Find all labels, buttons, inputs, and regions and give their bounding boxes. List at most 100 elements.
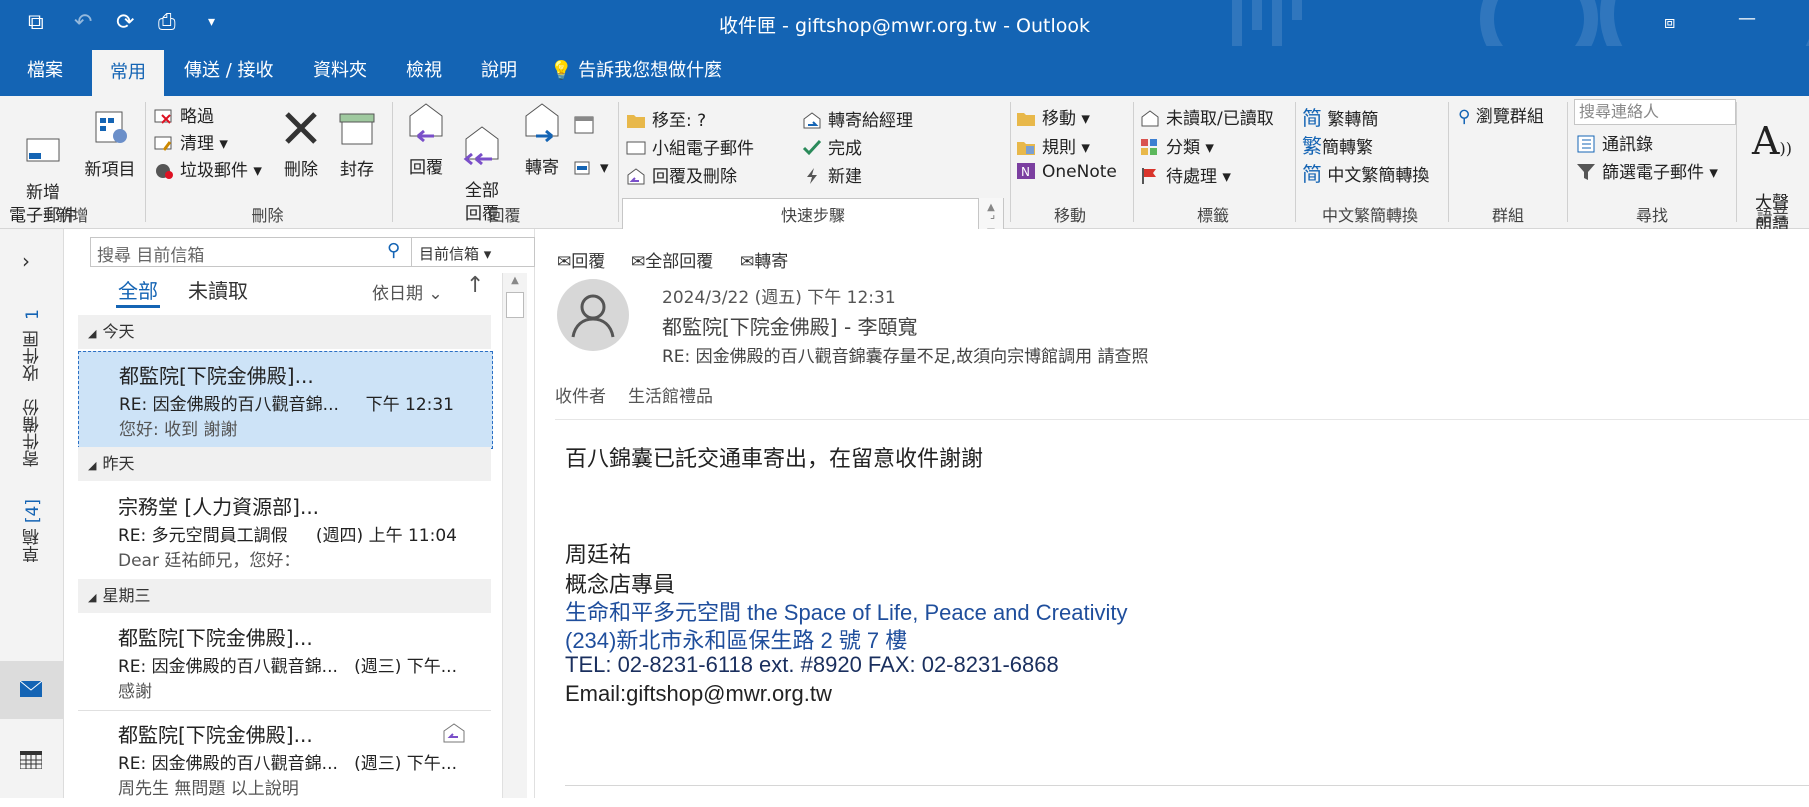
ignore-button[interactable]: 略過	[154, 102, 214, 127]
forward-button[interactable]: 轉寄	[514, 96, 570, 180]
quickstep-team-email[interactable]: 小組電子郵件	[626, 134, 754, 159]
unread-read-button[interactable]: 未讀取/已讀取	[1140, 104, 1274, 129]
address-book-button[interactable]: 通訊錄	[1576, 130, 1653, 155]
tab-file[interactable]: 檔案	[27, 60, 63, 96]
replied-icon	[443, 723, 465, 743]
cleanup-button[interactable]: 清理 ▾	[154, 129, 228, 154]
team-email-label: 小組電子郵件	[652, 139, 754, 159]
list-item[interactable]: 都監院[下院金佛殿]... RE: 因金佛殿的百八觀音錦... (週三) 下午.…	[78, 614, 491, 710]
minimize-icon[interactable]: —	[1738, 8, 1756, 29]
reply-label: 回覆	[409, 158, 443, 178]
to-recipient[interactable]: 生活館禮品	[628, 382, 713, 407]
mail-nav[interactable]	[0, 661, 63, 719]
message-sender[interactable]: 都監院[下院金佛殿] - 李頤寬	[662, 311, 918, 340]
svg-text:N: N	[1021, 165, 1030, 179]
quickstep-create-new[interactable]: 新建	[802, 162, 862, 187]
rail-inbox-count: 1	[23, 309, 43, 320]
forward-manager-label: 轉寄給經理	[828, 111, 913, 131]
tab-view[interactable]: 檢視	[406, 60, 442, 96]
group-header-yesterday[interactable]: ◢ 昨天	[78, 447, 491, 481]
tell-me-box[interactable]: 💡 告訴我您想做什麼	[550, 60, 722, 96]
search-input[interactable]: 搜尋 目前信箱	[97, 241, 204, 266]
list-item[interactable]: 都監院[下院金佛殿]... RE: 因金佛殿的百八觀音錦... (週三) 下午.…	[78, 711, 491, 807]
quickstep-reply-delete[interactable]: 回覆及刪除	[626, 162, 737, 187]
expand-folder-pane-icon[interactable]: ›	[22, 249, 30, 273]
more-respond-button[interactable]: ▾	[574, 158, 609, 178]
sort-by-date-dropdown[interactable]: 依日期 ⌄	[372, 279, 443, 304]
tab-folder[interactable]: 資料夾	[313, 60, 367, 96]
collapse-icon: ◢	[88, 591, 97, 604]
chinese-convert-button[interactable]: 简 中文繁簡轉換	[1302, 158, 1429, 187]
filter-unread-tab[interactable]: 未讀取	[188, 275, 248, 304]
new-items-button[interactable]: 新項目	[82, 108, 138, 182]
message-preview: Dear 廷祐師兄，您好：	[118, 551, 301, 571]
group-header-today[interactable]: ◢ 今天	[78, 315, 491, 349]
scroll-thumb[interactable]	[506, 292, 524, 318]
rail-sent[interactable]: 寄件備份	[20, 399, 45, 467]
search-icon[interactable]: ⚲	[387, 240, 400, 261]
filter-email-button[interactable]: 篩選電子郵件 ▾	[1576, 158, 1718, 183]
tell-me-label: 告訴我您想做什麼	[578, 60, 723, 81]
rules-label: 規則	[1042, 138, 1076, 158]
reading-reply-all-button[interactable]: ✉全部回覆	[631, 247, 713, 272]
tab-home[interactable]: 常用	[92, 50, 164, 96]
list-scrollbar[interactable]: ▲	[502, 273, 527, 798]
scroll-up-icon[interactable]: ▲	[503, 275, 527, 286]
meeting-button[interactable]	[574, 116, 600, 136]
archive-button[interactable]: 封存	[332, 108, 382, 182]
group-tags-label: 標籤	[1196, 206, 1229, 225]
sort-direction-icon[interactable]: ↑	[466, 273, 484, 298]
ribbon-display-icon[interactable]: ⧈	[1664, 12, 1675, 33]
search-people-input[interactable]: 搜尋連絡人	[1574, 99, 1736, 125]
message-preview: 您好: 收到 謝謝	[119, 420, 238, 440]
reply-button[interactable]: 回覆	[400, 96, 452, 180]
header-divider	[555, 419, 1809, 420]
calendar-nav[interactable]	[0, 729, 63, 787]
tab-help[interactable]: 說明	[481, 60, 517, 96]
rail-inbox-label: 收件匣	[23, 330, 43, 382]
categorize-button[interactable]: 分類 ▾	[1140, 133, 1214, 158]
filter-icon	[1577, 164, 1595, 180]
search-scope-dropdown[interactable]: 目前信箱 ▾	[419, 243, 491, 264]
simp-to-trad-button[interactable]: 繁簡轉繁	[1302, 130, 1373, 159]
group-move-label: 移動	[1053, 206, 1086, 225]
signature-email[interactable]: Email:giftshop@mwr.org.tw	[565, 681, 832, 707]
message-list-pane: 搜尋 目前信箱 ⚲ 目前信箱 ▾ 全部 未讀取 依日期 ⌄ ↑ ▲ ◢ 今天 都監…	[64, 229, 535, 799]
quickstep-forward-manager[interactable]: 轉寄給經理	[802, 106, 913, 131]
ribbon-tab-bar: 檔案 常用 傳送 / 接收 資料夾 檢視 說明 💡 告訴我您想做什麼	[0, 46, 1809, 96]
onenote-button[interactable]: N OneNote	[1016, 162, 1117, 182]
new-items-label: 新項目	[84, 160, 136, 180]
read-aloud-icon: A))	[1752, 119, 1792, 163]
browse-groups-button[interactable]: ⚲ 瀏覽群組	[1458, 102, 1544, 127]
tab-send-receive[interactable]: 傳送 / 接收	[184, 60, 274, 96]
person-icon	[571, 294, 615, 338]
new-items-icon	[95, 111, 127, 143]
move-button[interactable]: 移動 ▾	[1016, 104, 1090, 129]
reading-forward-label: 轉寄	[754, 252, 789, 272]
dialog-launcher-icon[interactable]: ⌟	[990, 208, 995, 221]
browse-groups-label: 瀏覽群組	[1475, 107, 1544, 127]
calendar-icon	[20, 751, 42, 769]
quickstep-done[interactable]: 完成	[802, 134, 862, 159]
junk-button[interactable]: 垃圾郵件 ▾	[154, 156, 262, 181]
chevron-down-icon: ⌄	[428, 284, 443, 304]
message-subject: RE: 因金佛殿的百八觀音錦...	[118, 657, 338, 677]
rail-inbox[interactable]: 收件匣 1	[20, 309, 45, 382]
rules-button[interactable]: 規則 ▾	[1016, 133, 1090, 158]
list-item[interactable]: 宗務堂 [人力資源部]... RE: 多元空間員工調假 (週四) 上午 11:0…	[78, 483, 491, 579]
folder-rail: › 收件匣 1 寄件備份 草稿 [4]	[0, 229, 64, 798]
message-subject: RE: 因金佛殿的百八觀音錦囊存量不足,故須向宗博館調用 請查照	[662, 347, 1149, 367]
followup-button[interactable]: 待處理 ▾	[1140, 162, 1231, 187]
group-header-wednesday[interactable]: ◢ 星期三	[78, 579, 491, 613]
filter-all-tab[interactable]: 全部	[118, 275, 158, 304]
list-item[interactable]: 都監院[下院金佛殿]... RE: 因金佛殿的百八觀音錦... 下午 12:31…	[78, 351, 493, 449]
reading-forward-button[interactable]: ✉轉寄	[740, 247, 788, 272]
rail-drafts[interactable]: 草稿 [4]	[20, 499, 45, 563]
trad-to-simp-button[interactable]: 简 繁轉簡	[1302, 102, 1378, 131]
reading-reply-button[interactable]: ✉回覆	[557, 247, 605, 272]
group-quicksteps-label: 快速步驟	[780, 206, 845, 225]
message-sender: 都監院[下院金佛殿]...	[118, 723, 313, 747]
forward-icon: ✉	[740, 252, 755, 272]
delete-button[interactable]: 刪除	[276, 108, 326, 182]
quickstep-move-to[interactable]: 移至: ?	[626, 106, 706, 131]
